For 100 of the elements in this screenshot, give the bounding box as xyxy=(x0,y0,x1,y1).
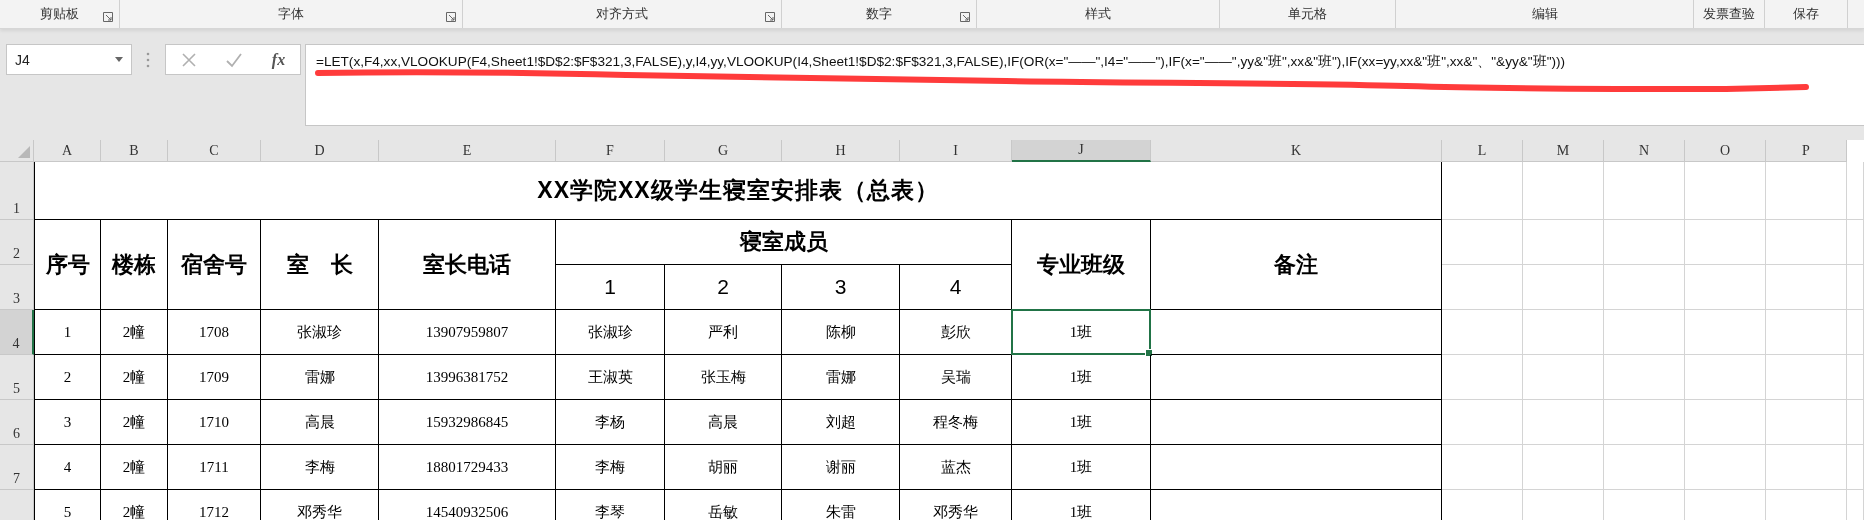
column-header[interactable]: C xyxy=(168,140,261,162)
table-cell: 2幢 xyxy=(101,445,168,490)
table-cell: 2幢 xyxy=(101,355,168,400)
column-heading: 1 xyxy=(556,265,665,310)
dialog-launcher-icon[interactable] xyxy=(960,12,970,22)
insert-function-button[interactable]: fx xyxy=(271,50,286,69)
ribbon-group-label: 单元格 xyxy=(1288,5,1327,23)
table-cell: 彭欣 xyxy=(900,310,1012,355)
column-header[interactable]: K xyxy=(1151,140,1442,162)
column-header[interactable]: H xyxy=(782,140,900,162)
table-cell: 18801729433 xyxy=(379,445,556,490)
table-cell: 张淑珍 xyxy=(556,310,665,355)
row-header[interactable]: 6 xyxy=(0,400,34,445)
empty-cell xyxy=(1847,220,1864,265)
formula-field[interactable]: =LET(x,F4,xx,VLOOKUP(F4,Sheet1!$D$2:$F$321,3,FALSE),y,I4,yy,VLOOKUP(I4,Sheet1!$D$2:$F$321,3,FALSE),IF(OR(x="——",I4="——"),IF(x="——",yy&"班",xx&"班"),IF(xx=yy,xx&"班",xx&"、"&yy&"班"))) xyxy=(305,44,1864,126)
ribbon-group-label: 编辑 xyxy=(1531,5,1558,23)
column-header[interactable]: A xyxy=(34,140,101,162)
table-cell[interactable]: 1班 xyxy=(1012,400,1151,445)
sheet-title: XX学院XX级学生寝室安排表（总表） xyxy=(34,162,1442,220)
column-header[interactable]: G xyxy=(665,140,782,162)
table-cell: 程冬梅 xyxy=(900,400,1012,445)
ribbon-group-label: 字体 xyxy=(278,5,304,23)
dialog-launcher-icon[interactable] xyxy=(765,12,775,22)
ribbon-group-label: 保存 xyxy=(1793,5,1819,23)
name-box[interactable]: J4 xyxy=(6,44,132,75)
table-cell: 4 xyxy=(34,445,101,490)
row-header[interactable]: 4 xyxy=(0,310,34,355)
table-cell: 李梅 xyxy=(556,445,665,490)
row-header[interactable]: 5 xyxy=(0,355,34,400)
table-cell[interactable]: 1班 xyxy=(1012,445,1151,490)
column-header[interactable]: B xyxy=(101,140,168,162)
dropdown-caret-icon xyxy=(115,57,123,62)
table-cell: 朱雷 xyxy=(782,490,900,520)
column-heading: 宿舍号 xyxy=(168,220,261,310)
ribbon-group-label: 剪贴板 xyxy=(40,5,79,23)
ribbon-group-label: 发票查验 xyxy=(1703,5,1755,23)
table-cell: 1712 xyxy=(168,490,261,520)
row-header[interactable]: 3 xyxy=(0,265,34,310)
table-cell: 邓秀华 xyxy=(900,490,1012,520)
table-cell: 2 xyxy=(34,355,101,400)
table-cell: 15932986845 xyxy=(379,400,556,445)
table-cell: 王淑英 xyxy=(556,355,665,400)
column-header[interactable]: M xyxy=(1523,140,1604,162)
column-heading: 序号 xyxy=(34,220,101,310)
table-cell: 蓝杰 xyxy=(900,445,1012,490)
table-cell: 2幢 xyxy=(101,400,168,445)
column-header[interactable]: J xyxy=(1012,140,1151,162)
column-header[interactable]: P xyxy=(1766,140,1847,162)
row-header[interactable]: 1 xyxy=(0,162,34,220)
table-cell: 刘超 xyxy=(782,400,900,445)
table-cell: 高晨 xyxy=(665,400,782,445)
table-cell: 吴瑞 xyxy=(900,355,1012,400)
column-heading: 室长电话 xyxy=(379,220,556,310)
table-cell: 胡丽 xyxy=(665,445,782,490)
column-header[interactable]: D xyxy=(261,140,379,162)
empty-cell xyxy=(1847,445,1864,490)
table-cell: 李梅 xyxy=(261,445,379,490)
column-heading: 专业班级 xyxy=(1012,220,1151,310)
table-cell: 1 xyxy=(34,310,101,355)
column-header[interactable]: N xyxy=(1604,140,1685,162)
column-heading: 备注 xyxy=(1151,220,1442,310)
table-cell: 岳敏 xyxy=(665,490,782,520)
column-heading: 楼栋 xyxy=(101,220,168,310)
column-heading: 4 xyxy=(900,265,1012,310)
table-cell: 1708 xyxy=(168,310,261,355)
column-heading: 2 xyxy=(665,265,782,310)
table-cell: 5 xyxy=(34,490,101,520)
table-cell: 雷娜 xyxy=(782,355,900,400)
table-cell: 1709 xyxy=(168,355,261,400)
table-cell: 13907959807 xyxy=(379,310,556,355)
column-header[interactable]: L xyxy=(1442,140,1523,162)
table-cell[interactable]: 1班 xyxy=(1012,310,1151,355)
column-heading: 寝室成员 xyxy=(556,220,1012,265)
empty-cell xyxy=(1847,265,1864,310)
table-cell: 1710 xyxy=(168,400,261,445)
ribbon-group-label: 对齐方式 xyxy=(596,5,648,23)
table-cell: 张玉梅 xyxy=(665,355,782,400)
row-header[interactable]: 7 xyxy=(0,445,34,490)
grip-dots-icon xyxy=(145,52,151,68)
table-cell: 谢丽 xyxy=(782,445,900,490)
column-header[interactable]: E xyxy=(379,140,556,162)
row-header[interactable]: 2 xyxy=(0,220,34,265)
checkmark-icon[interactable] xyxy=(226,51,243,68)
dialog-launcher-icon[interactable] xyxy=(446,12,456,22)
column-header[interactable]: F xyxy=(556,140,665,162)
table-cell[interactable]: 1班 xyxy=(1012,355,1151,400)
table-cell: 1711 xyxy=(168,445,261,490)
table-cell: 3 xyxy=(34,400,101,445)
empty-cell xyxy=(1847,355,1864,400)
column-heading: 室 长 xyxy=(261,220,379,310)
table-cell: 2幢 xyxy=(101,310,168,355)
dialog-launcher-icon[interactable] xyxy=(103,12,113,22)
ribbon-group-label: 样式 xyxy=(1085,5,1111,23)
column-header[interactable]: I xyxy=(900,140,1012,162)
table-cell[interactable]: 1班 xyxy=(1012,490,1151,520)
table-cell: 李杨 xyxy=(556,400,665,445)
column-header[interactable]: O xyxy=(1685,140,1766,162)
table-cell: 邓秀华 xyxy=(261,490,379,520)
ribbon-group-label: 数字 xyxy=(866,5,892,23)
table-cell: 严利 xyxy=(665,310,782,355)
